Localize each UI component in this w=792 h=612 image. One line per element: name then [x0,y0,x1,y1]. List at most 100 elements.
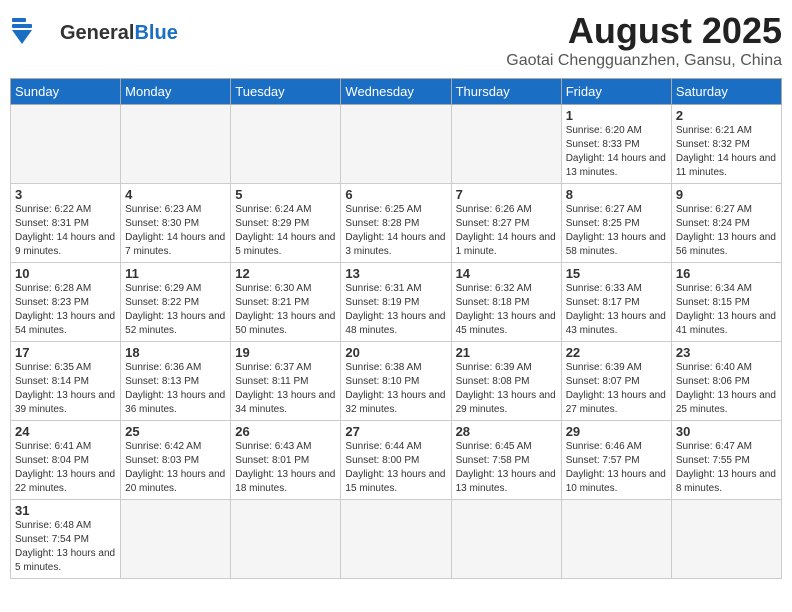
calendar-cell: 20Sunrise: 6:38 AM Sunset: 8:10 PM Dayli… [341,342,451,421]
day-number: 20 [345,345,446,360]
calendar-cell: 19Sunrise: 6:37 AM Sunset: 8:11 PM Dayli… [231,342,341,421]
day-number: 31 [15,503,116,518]
calendar-cell: 18Sunrise: 6:36 AM Sunset: 8:13 PM Dayli… [121,342,231,421]
weekday-header-thursday: Thursday [451,79,561,105]
day-info: Sunrise: 6:39 AM Sunset: 8:07 PM Dayligh… [566,361,667,417]
day-number: 4 [125,187,226,202]
calendar-cell: 2Sunrise: 6:21 AM Sunset: 8:32 PM Daylig… [671,105,781,184]
calendar-cell: 16Sunrise: 6:34 AM Sunset: 8:15 PM Dayli… [671,263,781,342]
day-number: 5 [235,187,336,202]
day-number: 3 [15,187,116,202]
day-info: Sunrise: 6:46 AM Sunset: 7:57 PM Dayligh… [566,440,667,496]
day-info: Sunrise: 6:37 AM Sunset: 8:11 PM Dayligh… [235,361,336,417]
calendar-cell: 5Sunrise: 6:24 AM Sunset: 8:29 PM Daylig… [231,184,341,263]
calendar-table: SundayMondayTuesdayWednesdayThursdayFrid… [10,78,782,579]
day-info: Sunrise: 6:22 AM Sunset: 8:31 PM Dayligh… [15,203,116,259]
weekday-header-monday: Monday [121,79,231,105]
calendar-cell [231,500,341,579]
day-info: Sunrise: 6:33 AM Sunset: 8:17 PM Dayligh… [566,282,667,338]
calendar-cell: 12Sunrise: 6:30 AM Sunset: 8:21 PM Dayli… [231,263,341,342]
day-info: Sunrise: 6:23 AM Sunset: 8:30 PM Dayligh… [125,203,226,259]
calendar-header-row: SundayMondayTuesdayWednesdayThursdayFrid… [11,79,782,105]
day-info: Sunrise: 6:41 AM Sunset: 8:04 PM Dayligh… [15,440,116,496]
calendar-cell: 25Sunrise: 6:42 AM Sunset: 8:03 PM Dayli… [121,421,231,500]
day-info: Sunrise: 6:39 AM Sunset: 8:08 PM Dayligh… [456,361,557,417]
logo-blue: Blue [134,22,177,44]
location: Gaotai Chengguanzhen, Gansu, China [506,52,782,70]
calendar-cell: 29Sunrise: 6:46 AM Sunset: 7:57 PM Dayli… [561,421,671,500]
day-info: Sunrise: 6:36 AM Sunset: 8:13 PM Dayligh… [125,361,226,417]
day-info: Sunrise: 6:25 AM Sunset: 8:28 PM Dayligh… [345,203,446,259]
day-info: Sunrise: 6:21 AM Sunset: 8:32 PM Dayligh… [676,124,777,180]
day-info: Sunrise: 6:28 AM Sunset: 8:23 PM Dayligh… [15,282,116,338]
calendar-cell: 31Sunrise: 6:48 AM Sunset: 7:54 PM Dayli… [11,500,121,579]
day-info: Sunrise: 6:27 AM Sunset: 8:24 PM Dayligh… [676,203,777,259]
day-number: 9 [676,187,777,202]
day-number: 28 [456,424,557,439]
calendar-cell: 9Sunrise: 6:27 AM Sunset: 8:24 PM Daylig… [671,184,781,263]
logo-icon [10,10,56,56]
day-number: 6 [345,187,446,202]
day-number: 11 [125,266,226,281]
day-info: Sunrise: 6:31 AM Sunset: 8:19 PM Dayligh… [345,282,446,338]
calendar-cell [11,105,121,184]
calendar-cell [121,105,231,184]
calendar-cell [561,500,671,579]
calendar-cell [341,500,451,579]
calendar-cell: 26Sunrise: 6:43 AM Sunset: 8:01 PM Dayli… [231,421,341,500]
day-number: 23 [676,345,777,360]
calendar-cell: 24Sunrise: 6:41 AM Sunset: 8:04 PM Dayli… [11,421,121,500]
day-info: Sunrise: 6:48 AM Sunset: 7:54 PM Dayligh… [15,519,116,575]
day-number: 12 [235,266,336,281]
day-number: 10 [15,266,116,281]
day-info: Sunrise: 6:27 AM Sunset: 8:25 PM Dayligh… [566,203,667,259]
calendar-cell: 17Sunrise: 6:35 AM Sunset: 8:14 PM Dayli… [11,342,121,421]
day-info: Sunrise: 6:26 AM Sunset: 8:27 PM Dayligh… [456,203,557,259]
day-info: Sunrise: 6:44 AM Sunset: 8:00 PM Dayligh… [345,440,446,496]
calendar-cell [671,500,781,579]
weekday-header-wednesday: Wednesday [341,79,451,105]
calendar-cell: 14Sunrise: 6:32 AM Sunset: 8:18 PM Dayli… [451,263,561,342]
day-info: Sunrise: 6:43 AM Sunset: 8:01 PM Dayligh… [235,440,336,496]
calendar-cell [231,105,341,184]
day-info: Sunrise: 6:47 AM Sunset: 7:55 PM Dayligh… [676,440,777,496]
calendar-cell: 10Sunrise: 6:28 AM Sunset: 8:23 PM Dayli… [11,263,121,342]
logo: GeneralBlue [10,10,178,56]
month-year: August 2025 [506,10,782,52]
calendar-cell: 27Sunrise: 6:44 AM Sunset: 8:00 PM Dayli… [341,421,451,500]
day-number: 19 [235,345,336,360]
day-info: Sunrise: 6:32 AM Sunset: 8:18 PM Dayligh… [456,282,557,338]
day-number: 16 [676,266,777,281]
calendar-cell: 4Sunrise: 6:23 AM Sunset: 8:30 PM Daylig… [121,184,231,263]
calendar-cell: 11Sunrise: 6:29 AM Sunset: 8:22 PM Dayli… [121,263,231,342]
calendar-cell [121,500,231,579]
day-info: Sunrise: 6:34 AM Sunset: 8:15 PM Dayligh… [676,282,777,338]
weekday-header-tuesday: Tuesday [231,79,341,105]
day-info: Sunrise: 6:20 AM Sunset: 8:33 PM Dayligh… [566,124,667,180]
day-info: Sunrise: 6:38 AM Sunset: 8:10 PM Dayligh… [345,361,446,417]
calendar-cell: 1Sunrise: 6:20 AM Sunset: 8:33 PM Daylig… [561,105,671,184]
calendar-cell: 30Sunrise: 6:47 AM Sunset: 7:55 PM Dayli… [671,421,781,500]
calendar-cell: 13Sunrise: 6:31 AM Sunset: 8:19 PM Dayli… [341,263,451,342]
day-number: 14 [456,266,557,281]
title-area: August 2025 Gaotai Chengguanzhen, Gansu,… [506,10,782,70]
day-number: 27 [345,424,446,439]
calendar-cell: 8Sunrise: 6:27 AM Sunset: 8:25 PM Daylig… [561,184,671,263]
day-info: Sunrise: 6:30 AM Sunset: 8:21 PM Dayligh… [235,282,336,338]
calendar-cell: 3Sunrise: 6:22 AM Sunset: 8:31 PM Daylig… [11,184,121,263]
day-number: 24 [15,424,116,439]
day-info: Sunrise: 6:40 AM Sunset: 8:06 PM Dayligh… [676,361,777,417]
day-number: 25 [125,424,226,439]
logo-general: General [60,22,134,44]
day-number: 18 [125,345,226,360]
day-number: 15 [566,266,667,281]
day-number: 7 [456,187,557,202]
day-number: 2 [676,108,777,123]
calendar-cell: 21Sunrise: 6:39 AM Sunset: 8:08 PM Dayli… [451,342,561,421]
day-info: Sunrise: 6:29 AM Sunset: 8:22 PM Dayligh… [125,282,226,338]
calendar-cell: 23Sunrise: 6:40 AM Sunset: 8:06 PM Dayli… [671,342,781,421]
calendar-cell: 15Sunrise: 6:33 AM Sunset: 8:17 PM Dayli… [561,263,671,342]
day-info: Sunrise: 6:45 AM Sunset: 7:58 PM Dayligh… [456,440,557,496]
page-header: GeneralBlue August 2025 Gaotai Chengguan… [10,10,782,70]
calendar-cell: 6Sunrise: 6:25 AM Sunset: 8:28 PM Daylig… [341,184,451,263]
